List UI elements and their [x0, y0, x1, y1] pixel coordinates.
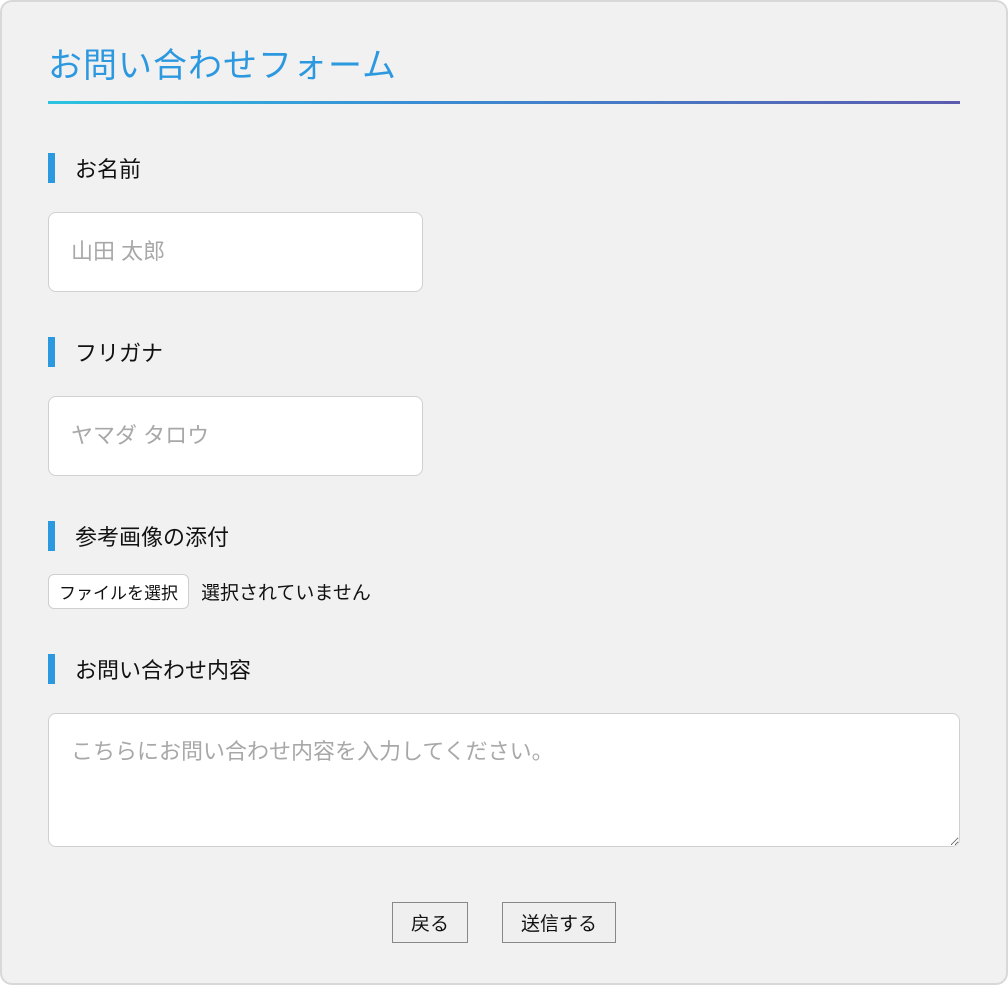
- file-input-row: ファイルを選択 選択されていません: [48, 574, 960, 609]
- furigana-label-row: フリガナ: [48, 336, 960, 368]
- inquiry-field-group: お問い合わせ内容: [48, 653, 960, 852]
- back-button[interactable]: 戻る: [392, 902, 468, 943]
- attachment-field-group: 参考画像の添付 ファイルを選択 選択されていません: [48, 520, 960, 609]
- submit-button[interactable]: 送信する: [502, 902, 616, 943]
- attachment-label: 参考画像の添付: [75, 520, 229, 552]
- form-button-row: 戻る 送信する: [48, 902, 960, 943]
- furigana-field-group: フリガナ: [48, 336, 960, 476]
- form-title: お問い合わせフォーム: [48, 38, 960, 101]
- inquiry-label-row: お問い合わせ内容: [48, 653, 960, 685]
- name-field-group: お名前: [48, 152, 960, 292]
- name-input[interactable]: [48, 212, 423, 292]
- name-label: お名前: [75, 152, 141, 184]
- label-bar-icon: [48, 654, 55, 684]
- furigana-label: フリガナ: [75, 336, 163, 368]
- file-select-button[interactable]: ファイルを選択: [48, 574, 189, 609]
- label-bar-icon: [48, 521, 55, 551]
- label-bar-icon: [48, 337, 55, 367]
- label-bar-icon: [48, 153, 55, 183]
- inquiry-label: お問い合わせ内容: [75, 653, 251, 685]
- file-status-text: 選択されていません: [201, 578, 371, 605]
- inquiry-textarea[interactable]: [48, 713, 960, 847]
- name-label-row: お名前: [48, 152, 960, 184]
- attachment-label-row: 参考画像の添付: [48, 520, 960, 552]
- furigana-input[interactable]: [48, 396, 423, 476]
- contact-form-container: お問い合わせフォーム お名前 フリガナ 参考画像の添付 ファイルを選択 選択され…: [0, 0, 1008, 985]
- title-underline: [48, 101, 960, 104]
